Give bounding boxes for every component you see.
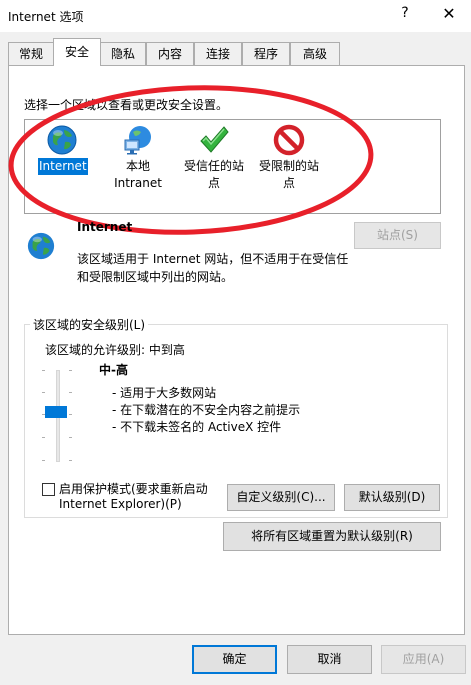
security-level-slider-thumb[interactable] [45,406,67,418]
apply-button[interactable]: 应用(A) [381,645,466,674]
ok-button[interactable]: 确定 [192,645,277,674]
security-level-label: 该区域的安全级别(L) [30,316,149,333]
reset-all-zones-button[interactable]: 将所有区域重置为默认级别(R) [223,522,441,551]
protected-mode-checkbox[interactable] [42,483,55,496]
tab-connections[interactable]: 连接 [194,42,242,65]
tab-content[interactable]: 内容 [146,42,194,65]
default-level-button[interactable]: 默认级别(D) [344,484,440,511]
tab-programs[interactable]: 程序 [242,42,290,65]
protected-mode-label[interactable]: 启用保护模式(要求重新启动 [59,480,208,497]
title-bar: Internet 选项 ? ✕ [0,0,471,32]
window-title: Internet 选项 [8,10,84,24]
slider-tick [42,392,45,393]
tab-general[interactable]: 常规 [8,42,54,65]
help-button[interactable]: ? [393,5,417,21]
slider-tick [69,414,72,415]
slider-tick [42,370,45,371]
slider-tick [69,460,72,461]
level-point: - 不下载未签名的 ActiveX 控件 [112,420,282,434]
zone-description-line2: 和受限制区域中列出的网站。 [77,270,234,284]
close-button[interactable]: ✕ [435,4,463,23]
allowed-levels-text: 该区域的允许级别: 中到高 [45,343,185,357]
tab-privacy[interactable]: 隐私 [100,42,146,65]
level-name: 中-高 [99,363,128,377]
slider-tick [69,370,72,371]
globe-icon [27,232,55,260]
slider-tick [69,392,72,393]
sites-button[interactable]: 站点(S) [354,222,441,249]
cancel-button[interactable]: 取消 [287,645,372,674]
zone-title: Internet [77,220,133,234]
custom-level-button[interactable]: 自定义级别(C)... [227,484,335,511]
slider-tick [69,437,72,438]
level-point: - 在下载潜在的不安全内容之前提示 [112,403,301,417]
slider-tick [42,460,45,461]
protected-mode-label-line2[interactable]: Internet Explorer)(P) [59,497,182,511]
zone-description-line1: 该区域适用于 Internet 网站，但不适用于在受信任 [77,252,349,266]
tab-advanced[interactable]: 高级 [290,42,340,65]
annotation-ellipse [8,85,374,235]
slider-tick [42,437,45,438]
tab-security[interactable]: 安全 [53,38,101,66]
level-point: - 适用于大多数网站 [112,386,217,400]
